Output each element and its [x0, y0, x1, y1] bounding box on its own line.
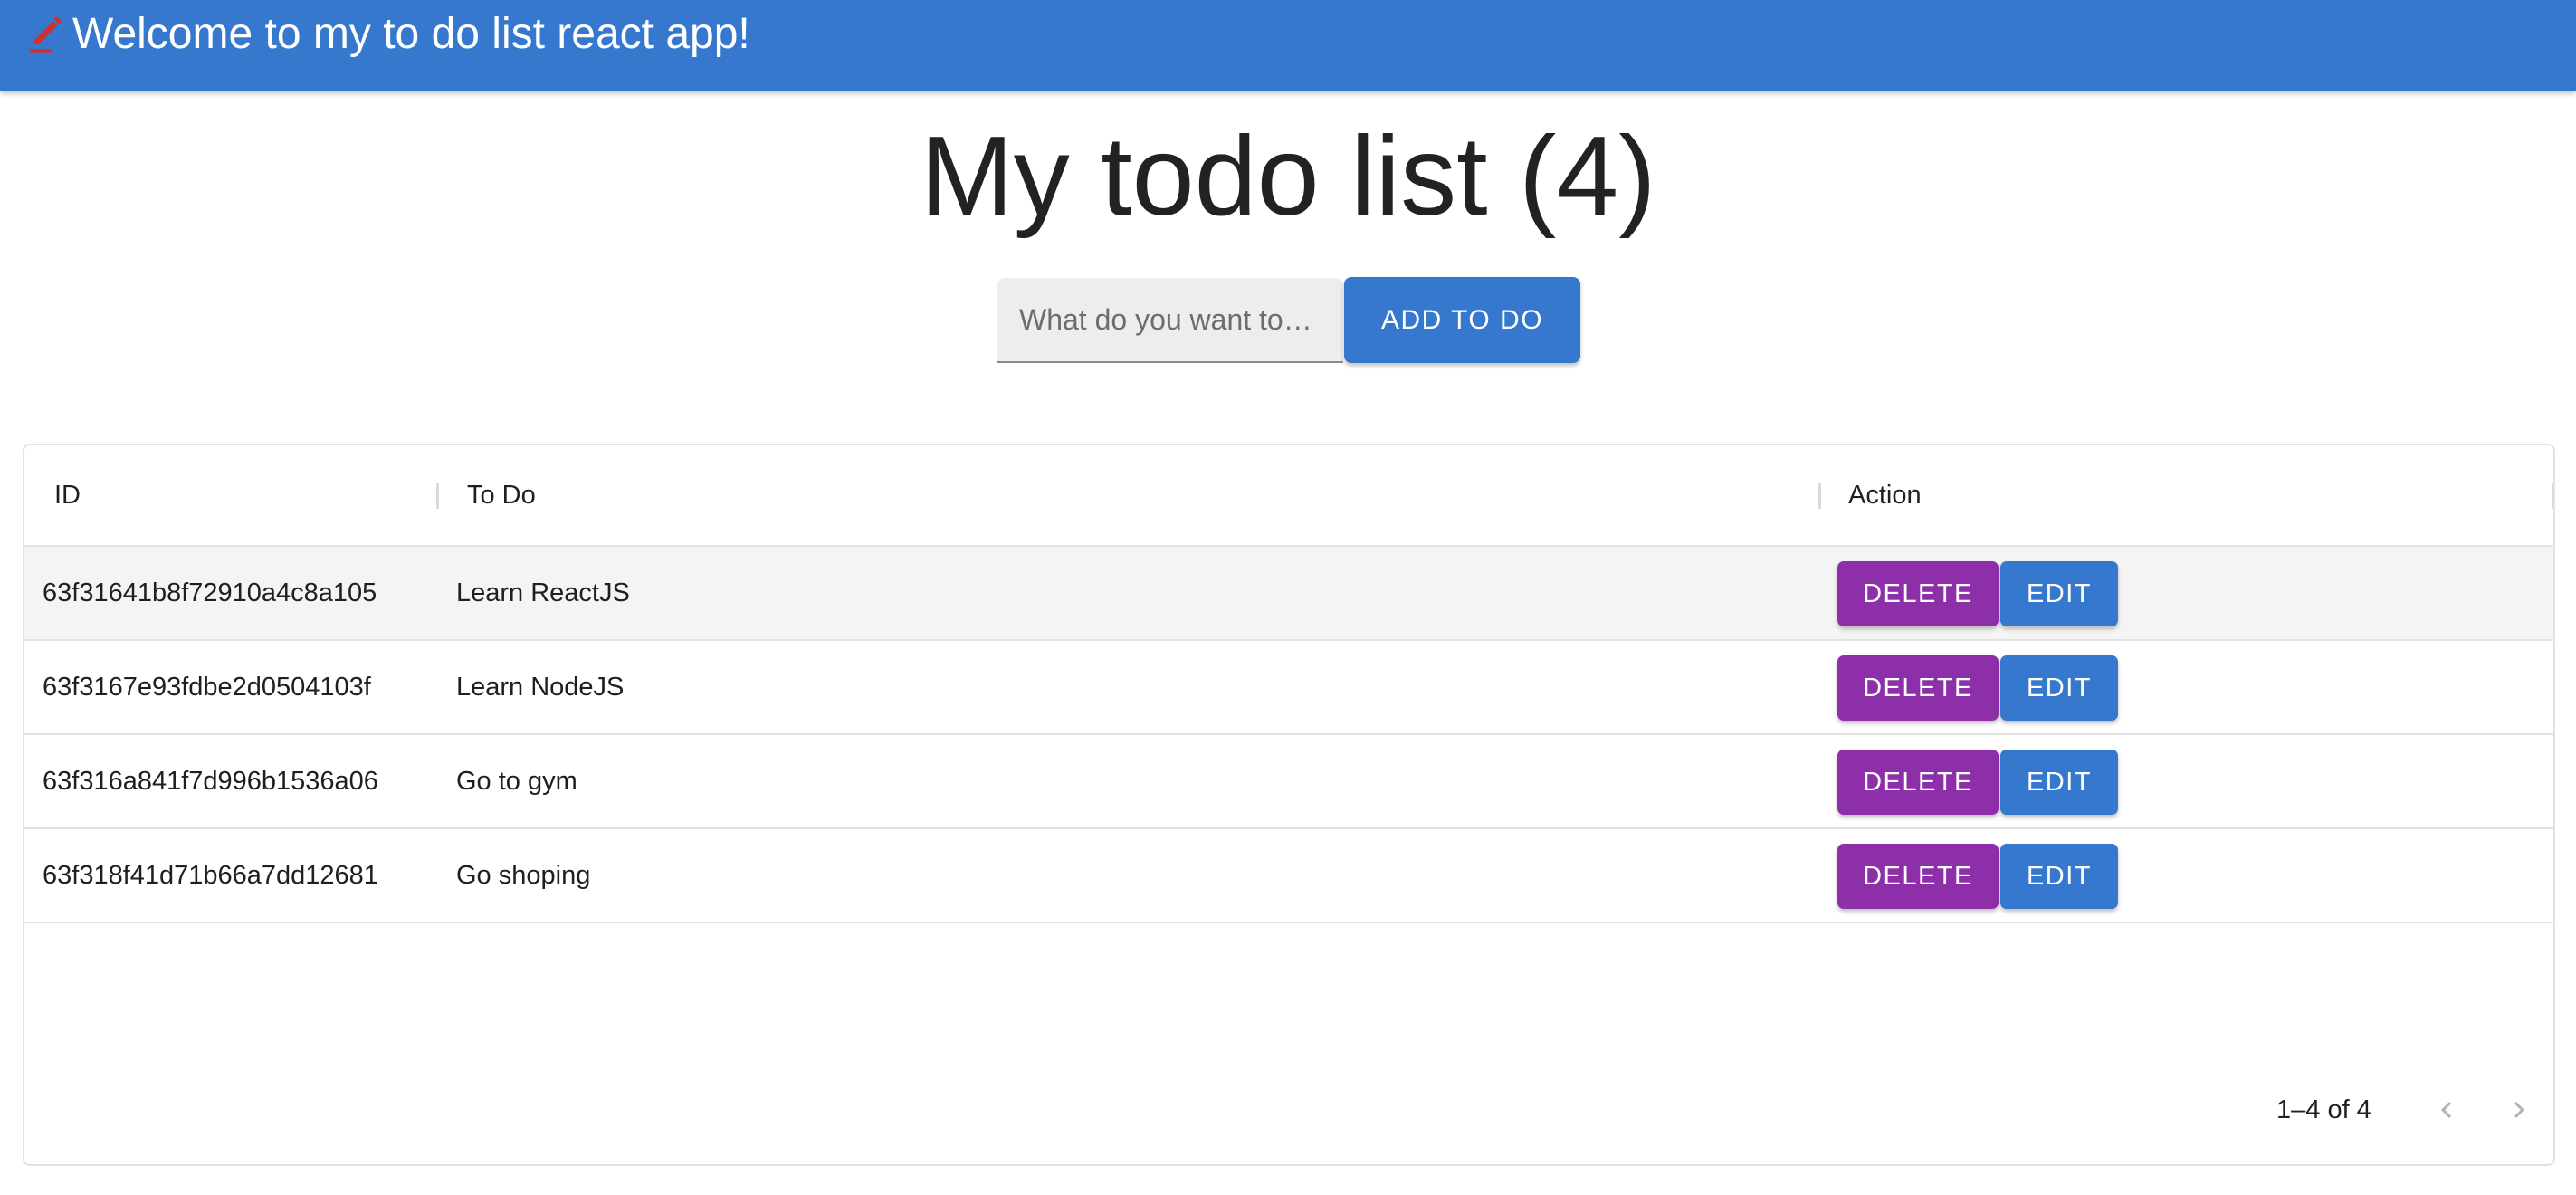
- column-separator[interactable]: [436, 483, 439, 509]
- todo-input[interactable]: [1019, 278, 1332, 361]
- table-row[interactable]: 63f31641b8f72910a4c8a105 Learn ReactJS D…: [24, 547, 2553, 641]
- pagination-range: 1–4 of 4: [2276, 1095, 2371, 1124]
- delete-button[interactable]: DELETE: [1837, 750, 1999, 815]
- grid-footer: 1–4 of 4: [24, 1063, 2553, 1164]
- table-row[interactable]: 63f318f41d71b66a7dd12681 Go shoping DELE…: [24, 829, 2553, 923]
- edit-button[interactable]: EDIT: [2000, 844, 2118, 909]
- edit-button[interactable]: EDIT: [2000, 655, 2118, 721]
- row-id-cell: 63f31641b8f72910a4c8a105: [43, 578, 377, 607]
- todo-input-container: [997, 278, 1343, 363]
- next-page-button[interactable]: [2494, 1085, 2544, 1135]
- row-id-cell: 63f316a841f7d996b1536a06: [43, 767, 378, 796]
- delete-button[interactable]: DELETE: [1837, 655, 1999, 721]
- chevron-left-icon: [2441, 1102, 2452, 1118]
- page-title: My todo list (4): [920, 114, 1656, 239]
- chevron-right-icon: [2514, 1102, 2524, 1118]
- column-header-action[interactable]: Action: [1848, 445, 1922, 545]
- edit-button[interactable]: EDIT: [2000, 750, 2118, 815]
- row-todo-cell: Go to gym: [456, 767, 577, 796]
- edit-button[interactable]: EDIT: [2000, 561, 2118, 626]
- app-bar: Welcome to my to do list react app!: [0, 0, 2576, 91]
- table-row[interactable]: 63f316a841f7d996b1536a06 Go to gym DELET…: [24, 735, 2553, 829]
- todo-data-grid: ID To Do Action 63f31641b8f72910a4c8a105…: [23, 444, 2555, 1166]
- edit-pencil-icon: [30, 16, 62, 53]
- app-title: Welcome to my to do list react app!: [72, 10, 750, 58]
- row-id-cell: 63f3167e93fdbe2d0504103f: [43, 673, 371, 702]
- row-todo-cell: Learn ReactJS: [456, 578, 630, 607]
- row-id-cell: 63f318f41d71b66a7dd12681: [43, 861, 378, 890]
- grid-header: ID To Do Action: [24, 445, 2553, 547]
- column-header-todo[interactable]: To Do: [467, 445, 536, 545]
- row-todo-cell: Learn NodeJS: [456, 673, 625, 702]
- delete-button[interactable]: DELETE: [1837, 561, 1999, 626]
- delete-button[interactable]: DELETE: [1837, 844, 1999, 909]
- row-todo-cell: Go shoping: [456, 861, 591, 890]
- column-separator[interactable]: [1818, 483, 1821, 509]
- column-separator[interactable]: [2552, 483, 2553, 509]
- column-header-id[interactable]: ID: [54, 445, 81, 545]
- previous-page-button[interactable]: [2421, 1085, 2472, 1135]
- table-row[interactable]: 63f3167e93fdbe2d0504103f Learn NodeJS DE…: [24, 641, 2553, 735]
- add-todo-button[interactable]: ADD TO DO: [1344, 277, 1580, 363]
